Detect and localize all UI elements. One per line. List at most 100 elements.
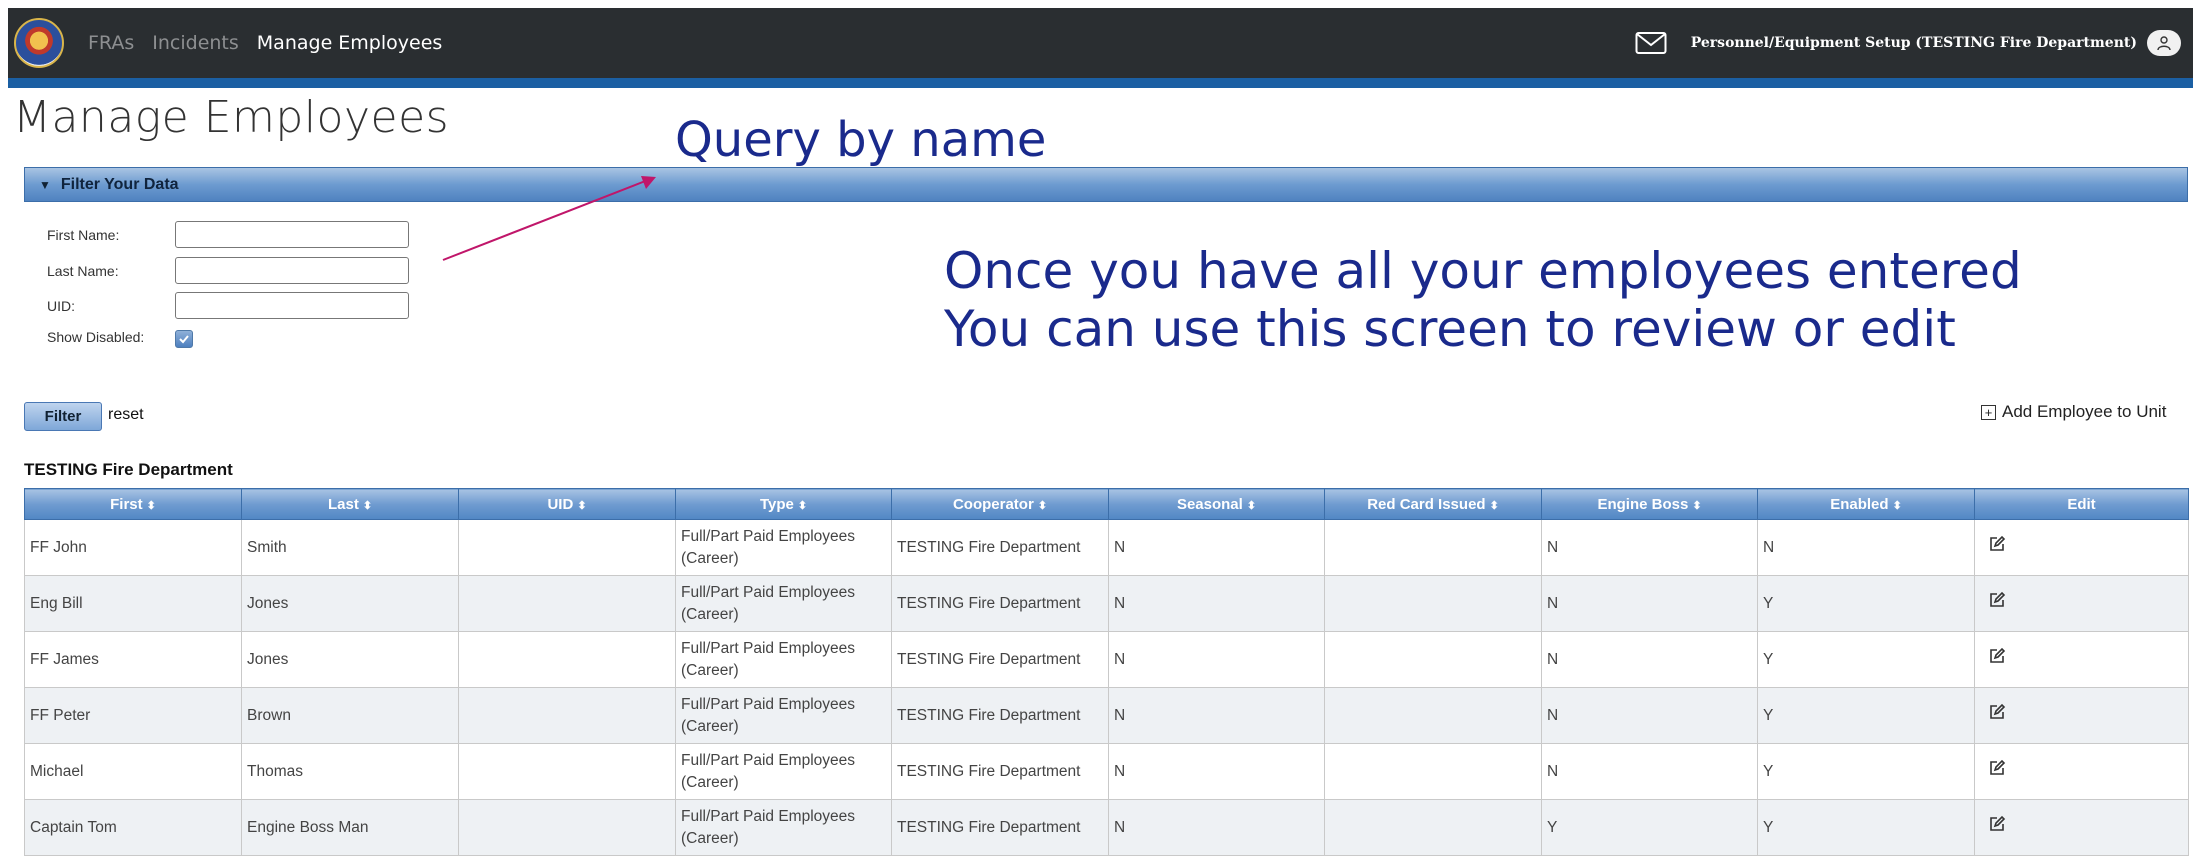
edit-icon[interactable] <box>1988 591 2006 609</box>
cell-red-card <box>1324 575 1542 632</box>
column-header-engine-boss[interactable]: Engine Boss ⬍ <box>1541 488 1758 520</box>
cell-type: Full/Part Paid Employees (Career) <box>675 687 892 744</box>
show-disabled-row: Show Disabled: <box>47 326 193 348</box>
column-header-edit[interactable]: Edit <box>1974 488 2189 520</box>
cell-enabled: Y <box>1757 799 1975 856</box>
table-row[interactable]: Eng Bill Jones Full/Part Paid Employees (C… <box>24 575 2189 632</box>
uid-row: UID: <box>47 292 409 319</box>
edit-icon[interactable] <box>1988 759 2006 777</box>
personnel-setup-link[interactable]: Personnel/Equipment Setup (TESTING Fire … <box>1691 35 2137 51</box>
uid-label: UID: <box>47 297 75 314</box>
last-name-label: Last Name: <box>47 262 119 279</box>
column-header-uid[interactable]: UID ⬍ <box>458 488 676 520</box>
cell-engine-boss: N <box>1541 631 1758 688</box>
cell-uid <box>458 687 676 744</box>
cell-engine-boss: N <box>1541 575 1758 632</box>
cell-last: Engine Boss Man <box>241 799 459 856</box>
cell-last: Thomas <box>241 743 459 800</box>
cell-type: Full/Part Paid Employees (Career) <box>675 743 892 800</box>
column-header-label: Last <box>327 495 359 513</box>
app-logo[interactable] <box>14 18 64 68</box>
edit-icon[interactable] <box>1988 815 2006 833</box>
edit-icon[interactable] <box>1988 647 2006 665</box>
cell-enabled: Y <box>1757 575 1975 632</box>
cell-type: Full/Part Paid Employees (Career) <box>675 519 892 576</box>
cell-cooperator: TESTING Fire Department <box>891 575 1109 632</box>
department-label: TESTING Fire Department <box>24 460 233 479</box>
cell-engine-boss: N <box>1541 687 1758 744</box>
cell-cooperator: TESTING Fire Department <box>891 743 1109 800</box>
table-row[interactable]: FF Peter Brown Full/Part Paid Employees (C… <box>24 687 2189 744</box>
checkmark-icon <box>179 335 189 344</box>
nav-accent-stripe <box>8 78 2193 88</box>
edit-icon[interactable] <box>1988 703 2006 721</box>
column-header-label: Enabled <box>1830 495 1889 513</box>
filter-panel-header[interactable]: ▼ Filter Your Data <box>24 167 2188 202</box>
cell-enabled: Y <box>1757 687 1975 744</box>
cell-engine-boss: N <box>1541 743 1758 800</box>
collapse-caret-icon: ▼ <box>39 177 51 192</box>
cell-engine-boss: N <box>1541 519 1758 576</box>
table-row[interactable]: FF James Jones Full/Part Paid Employees (C… <box>24 631 2189 688</box>
cell-enabled: N <box>1757 519 1975 576</box>
first-name-input[interactable] <box>175 221 409 248</box>
mail-icon[interactable] <box>1635 31 1667 55</box>
nav-link-incidents[interactable]: Incidents <box>152 32 239 54</box>
cell-uid <box>458 799 676 856</box>
column-header-first[interactable]: First ⬍ <box>24 488 242 520</box>
last-name-row: Last Name: <box>47 257 409 284</box>
cell-seasonal: N <box>1108 687 1325 744</box>
cell-edit <box>1974 575 2189 632</box>
cell-last: Jones <box>241 575 459 632</box>
show-disabled-checkbox[interactable] <box>175 330 193 348</box>
last-name-input[interactable] <box>175 257 409 284</box>
main-nav: FRAs Incidents Manage Employees <box>88 32 442 54</box>
column-header-enabled[interactable]: Enabled ⬍ <box>1757 488 1975 520</box>
column-header-last[interactable]: Last ⬍ <box>241 488 459 520</box>
topbar-right: Personnel/Equipment Setup (TESTING Fire … <box>1635 30 2181 56</box>
column-header-type[interactable]: Type ⬍ <box>675 488 892 520</box>
cell-cooperator: TESTING Fire Department <box>891 799 1109 856</box>
cell-engine-boss: Y <box>1541 799 1758 856</box>
sort-icon: ⬍ <box>577 499 587 512</box>
cell-first: FF John <box>24 519 242 576</box>
cell-first: FF James <box>24 631 242 688</box>
nav-link-fras[interactable]: FRAs <box>88 32 134 54</box>
column-header-label: Cooperator <box>952 495 1034 513</box>
column-header-label: First <box>110 495 143 513</box>
cell-seasonal: N <box>1108 799 1325 856</box>
cell-uid <box>458 631 676 688</box>
cell-uid <box>458 519 676 576</box>
cell-type: Full/Part Paid Employees (Career) <box>675 575 892 632</box>
cell-first: Michael <box>24 743 242 800</box>
add-employee-button[interactable]: + Add Employee to Unit <box>1981 402 2166 422</box>
table-row[interactable]: FF John Smith Full/Part Paid Employees (Ca… <box>24 519 2189 576</box>
sort-icon: ⬍ <box>1246 499 1257 512</box>
add-box-icon: + <box>1981 404 1996 420</box>
column-header-label: Seasonal <box>1176 495 1243 513</box>
uid-input[interactable] <box>175 292 409 319</box>
annotation-note-line-1: Once you have all your employees entered <box>944 242 2022 300</box>
column-header-cooperator[interactable]: Cooperator ⬍ <box>891 488 1109 520</box>
table-row[interactable]: Captain Tom Engine Boss Man Full/Part Paid… <box>24 799 2189 856</box>
column-header-seasonal[interactable]: Seasonal ⬍ <box>1108 488 1325 520</box>
column-header-red-card-issued[interactable]: Red Card Issued ⬍ <box>1324 488 1542 520</box>
table-row[interactable]: Michael Thomas Full/Part Paid Employees (C… <box>24 743 2189 800</box>
user-icon[interactable] <box>2147 30 2181 56</box>
nav-link-manage-employees[interactable]: Manage Employees <box>257 32 443 54</box>
cell-edit <box>1974 743 2189 800</box>
sort-icon: ⬍ <box>797 499 808 512</box>
cell-red-card <box>1324 687 1542 744</box>
top-navbar: FRAs Incidents Manage Employees Personne… <box>8 8 2193 78</box>
table-header-row: First ⬍ Last ⬍ UID ⬍ Type ⬍ Cooperator ⬍ Seasonal ⬍… <box>24 488 2189 520</box>
cell-last: Brown <box>241 687 459 744</box>
cell-seasonal: N <box>1108 519 1325 576</box>
cell-red-card <box>1324 631 1542 688</box>
cell-cooperator: TESTING Fire Department <box>891 519 1109 576</box>
sort-icon: ⬍ <box>1037 499 1048 512</box>
reset-link[interactable]: reset <box>108 406 144 424</box>
column-header-label: Red Card Issued <box>1367 495 1486 513</box>
edit-icon[interactable] <box>1988 535 2006 553</box>
cell-edit <box>1974 687 2189 744</box>
filter-button[interactable]: Filter <box>24 402 102 431</box>
